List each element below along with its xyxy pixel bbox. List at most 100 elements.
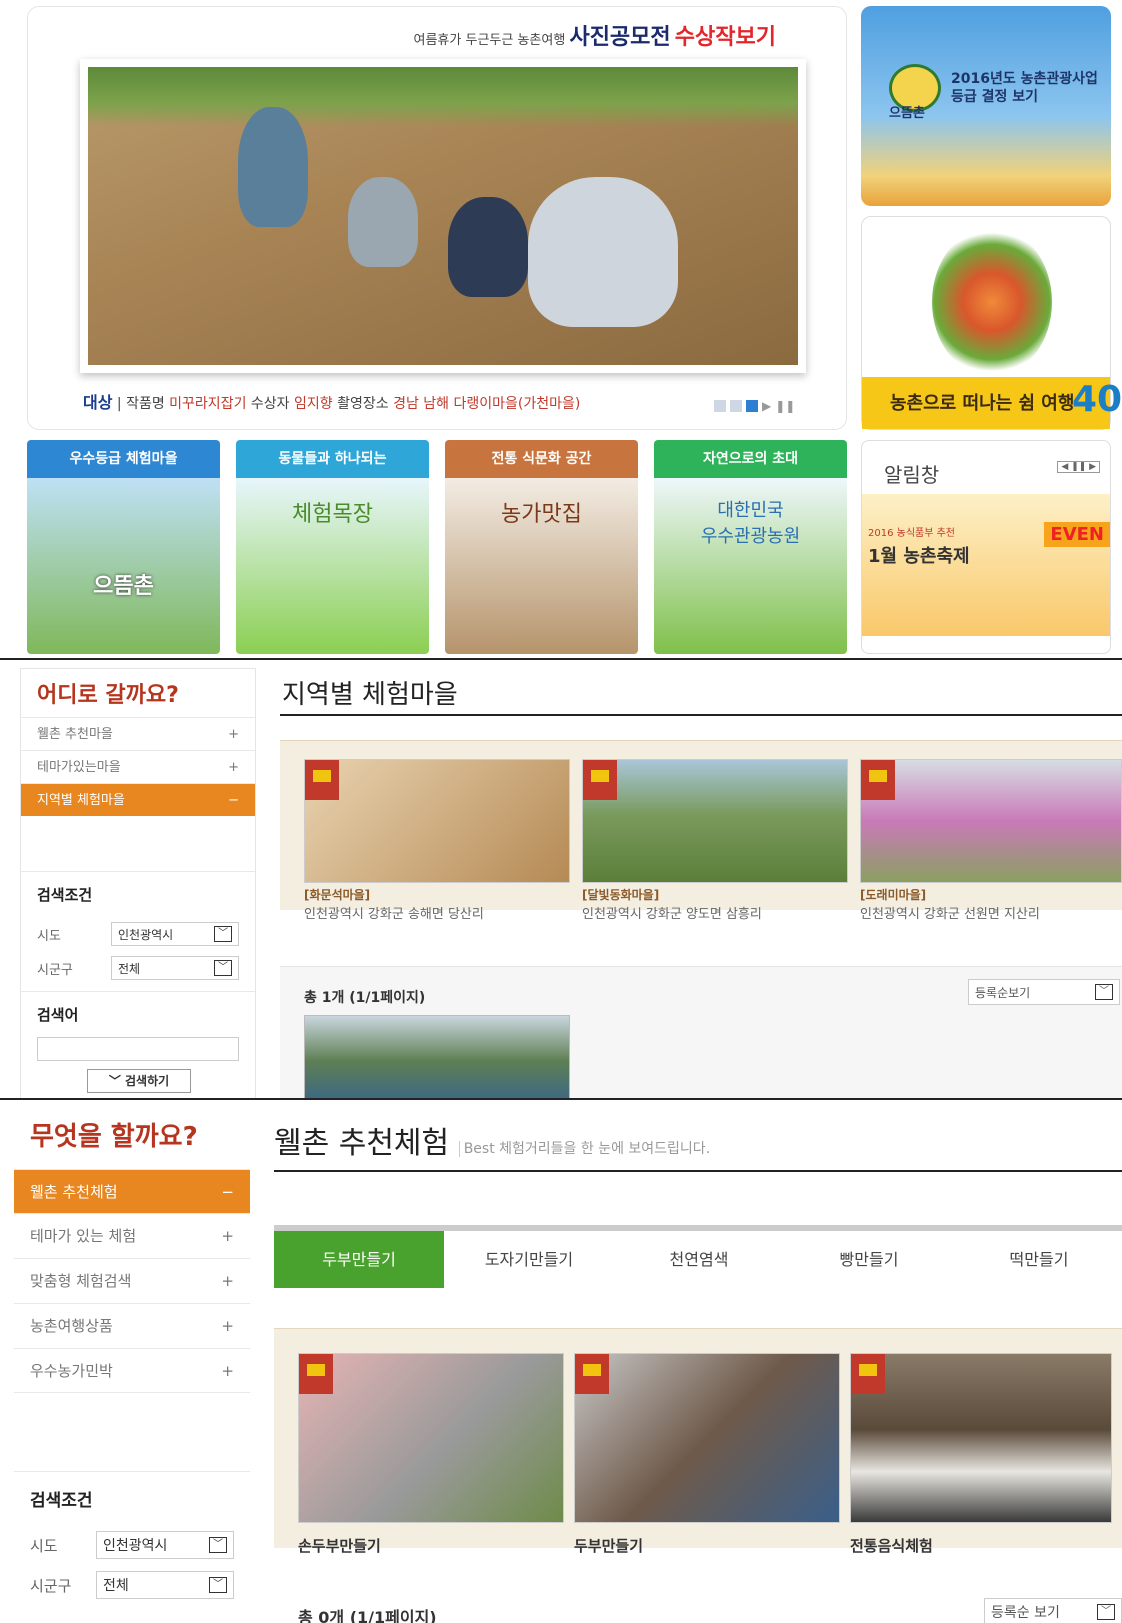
- sort-value: 등록순 보기: [991, 1605, 1060, 1621]
- nav-title: 어디로 갈까요?: [37, 683, 179, 708]
- nav-item-theme-village[interactable]: 테마가있는마을 +: [21, 750, 255, 783]
- sigungu-row: 시군구 전체 ﹀: [14, 1565, 250, 1605]
- nav-label: 웰촌 추천마을: [37, 727, 113, 742]
- nav-label: 테마가 있는 체험: [30, 1227, 137, 1245]
- featured-village-card[interactable]: [도래미마을] 인천광역시 강화군 선원면 지산리: [860, 759, 1122, 922]
- sigungu-label: 시군구: [37, 962, 73, 978]
- featured-experience-card[interactable]: 손두부만들기: [298, 1353, 564, 1556]
- sort-select[interactable]: 등록순 보기 ﹀: [984, 1598, 1122, 1623]
- experience-name: 두부만들기: [574, 1537, 644, 1555]
- village-address: 인천광역시 강화군 송해면 당산리: [304, 907, 484, 922]
- crown-badge-icon: [299, 1354, 333, 1394]
- card-top-village[interactable]: 우수등급 체험마을 으뜸촌: [27, 440, 220, 654]
- photo-child-3: [448, 197, 528, 297]
- sido-select[interactable]: 인천광역시 ﹀: [111, 922, 239, 946]
- card-title: 으뜸촌: [93, 574, 154, 599]
- slide-dot[interactable]: [730, 400, 742, 412]
- notice-controls[interactable]: ◀ ❚❚ ▶: [1057, 461, 1100, 473]
- nav-label: 테마가있는마을: [37, 760, 121, 775]
- nav-item-recommended-experience[interactable]: 웰촌 추천체험 −: [14, 1169, 250, 1213]
- experience-photo: [574, 1353, 840, 1523]
- tab-tofu[interactable]: 두부만들기: [274, 1231, 444, 1288]
- banner-tagline: 여름휴가 두근두근 농촌여행: [413, 33, 566, 48]
- crown-badge-icon: [583, 760, 617, 800]
- rest-travel-banner[interactable]: 농촌으로 떠나는 쉼 여행 40: [861, 216, 1122, 430]
- plus-icon: +: [221, 1362, 234, 1380]
- sido-select[interactable]: 인천광역시 ﹀: [96, 1531, 234, 1559]
- card-farm-restaurant[interactable]: 전통 식문화 공간 농가맛집: [445, 440, 638, 654]
- winner-label: 수상자: [250, 396, 290, 412]
- experience-name: 손두부만들기: [298, 1537, 381, 1555]
- slide-dot-active[interactable]: [746, 400, 758, 412]
- featured-experiences: 손두부만들기 두부만들기 전통음식체험: [274, 1328, 1122, 1555]
- nav-item-regional-village[interactable]: 지역별 체험마을 −: [21, 783, 255, 816]
- tab-bread[interactable]: 빵만들기: [784, 1231, 954, 1288]
- chevron-down-icon: ﹀: [209, 1537, 227, 1553]
- rating-banner[interactable]: 으뜸촌 2016년도 농촌관광사업 등급 결정 보기: [861, 6, 1111, 206]
- card-title: 농가맛집: [501, 502, 582, 527]
- featured-villages: [화문석마을] 인천광역시 강화군 송해면 당산리 [달빛동화마을] 인천광역시…: [280, 740, 1122, 922]
- sigungu-select[interactable]: 전체 ﹀: [96, 1571, 234, 1599]
- banner-title: 사진공모전: [569, 25, 671, 50]
- play-icon[interactable]: ▶: [762, 400, 771, 412]
- award-label: 대상: [83, 393, 113, 412]
- featured-village-card[interactable]: [화문석마을] 인천광역시 강화군 송해면 당산리: [304, 759, 570, 922]
- experience-photo: [298, 1353, 564, 1523]
- title-rule: [274, 1170, 1122, 1172]
- village-thumbnail[interactable]: [304, 1015, 570, 1098]
- nav-item-farm-stay[interactable]: 우수농가민박 +: [14, 1348, 250, 1393]
- experience-name: 전통음식체험: [850, 1537, 933, 1555]
- event-badge: EVEN: [1044, 522, 1110, 547]
- card-header: 동물들과 하나되는: [236, 440, 429, 478]
- search-button[interactable]: ﹀ 검색하기: [87, 1069, 191, 1093]
- keyword-input[interactable]: [37, 1037, 239, 1061]
- card-ranch[interactable]: 동물들과 하나되는 체험목장: [236, 440, 429, 654]
- slide-dot[interactable]: [714, 400, 726, 412]
- crown-badge-icon: [305, 760, 339, 800]
- crown-badge-icon: [851, 1354, 885, 1394]
- caption-sep: |: [116, 396, 122, 412]
- notice-banner[interactable]: 2016 농식품부 추천 1월 농촌축제 EVEN: [862, 494, 1110, 636]
- page-title: 지역별 체험마을: [282, 680, 458, 710]
- nav-item-custom-search[interactable]: 맞춤형 체험검색 +: [14, 1258, 250, 1303]
- featured-experience-card[interactable]: 두부만들기: [574, 1353, 840, 1556]
- nav-item-recommended-village[interactable]: 웰촌 추천마을 +: [21, 717, 255, 750]
- rating-line-1: 2016년도 농촌관광사업: [951, 71, 1098, 87]
- featured-village-card[interactable]: [달빛동화마을] 인천광역시 강화군 양도면 삼흥리: [582, 759, 848, 922]
- search-title: 검색조건: [21, 871, 255, 917]
- page-subtitle: Best 체험거리들을 한 눈에 보여드립니다.: [458, 1141, 711, 1157]
- sigungu-label: 시군구: [30, 1576, 72, 1595]
- plus-icon: +: [228, 760, 239, 775]
- card-image: 대한민국 우수관광농원: [654, 478, 847, 654]
- nav-title: 무엇을 할까요?: [30, 1122, 198, 1152]
- heart-illustration: [932, 227, 1052, 377]
- pause-icon[interactable]: ❚❚: [775, 400, 795, 412]
- keyword-title: 검색어: [21, 991, 255, 1037]
- notice-title: 알림창: [884, 463, 940, 487]
- title-rule: [280, 714, 1122, 716]
- card-tourist-farm[interactable]: 자연으로의 초대 대한민국 우수관광농원: [654, 440, 847, 654]
- tab-pottery[interactable]: 도자기만들기: [444, 1231, 614, 1288]
- work-name: 미꾸라지잡기: [169, 396, 247, 412]
- regional-village-section: 어디로 갈까요? 웰촌 추천마을 + 테마가있는마을 + 지역별 체험마을 − 검색조…: [0, 660, 1122, 1098]
- banner-caption: 대상 | 작품명 미꾸라지잡기 수상자 임지향 촬영장소 경남 남해 다랭이마을…: [83, 389, 580, 413]
- plus-icon: +: [221, 1317, 234, 1335]
- photo-child-1: [238, 107, 308, 227]
- photo-child-2: [348, 177, 418, 267]
- sigungu-select[interactable]: 전체 ﹀: [111, 956, 239, 980]
- sigungu-value: 전체: [118, 961, 141, 976]
- slide-indicator: ▶ ❚❚: [714, 400, 795, 412]
- photo-contest-banner[interactable]: 여름휴가 두근두근 농촌여행 사진공모전 수상작보기 대상 | 작품명 미꾸라지…: [27, 6, 847, 430]
- sido-row: 시도 인천광역시 ﹀: [21, 917, 255, 951]
- nav-item-theme-experience[interactable]: 테마가 있는 체험 +: [14, 1213, 250, 1258]
- featured-experience-card[interactable]: 전통음식체험: [850, 1353, 1112, 1556]
- sort-select[interactable]: 등록순보기 ﹀: [968, 979, 1120, 1005]
- minus-icon: −: [228, 793, 239, 808]
- nav-item-travel-products[interactable]: 농촌여행상품 +: [14, 1303, 250, 1348]
- experience-photo: [850, 1353, 1112, 1523]
- tab-rice-cake[interactable]: 떡만들기: [954, 1231, 1122, 1288]
- left-navigation: 무엇을 할까요? 웰촌 추천체험 − 테마가 있는 체험 + 맞춤형 체험검색 + 농…: [14, 1100, 250, 1623]
- tab-natural-dye[interactable]: 천연염색: [614, 1231, 784, 1288]
- page-heading: 웰촌 추천체험 Best 체험거리들을 한 눈에 보여드립니다.: [274, 1118, 711, 1162]
